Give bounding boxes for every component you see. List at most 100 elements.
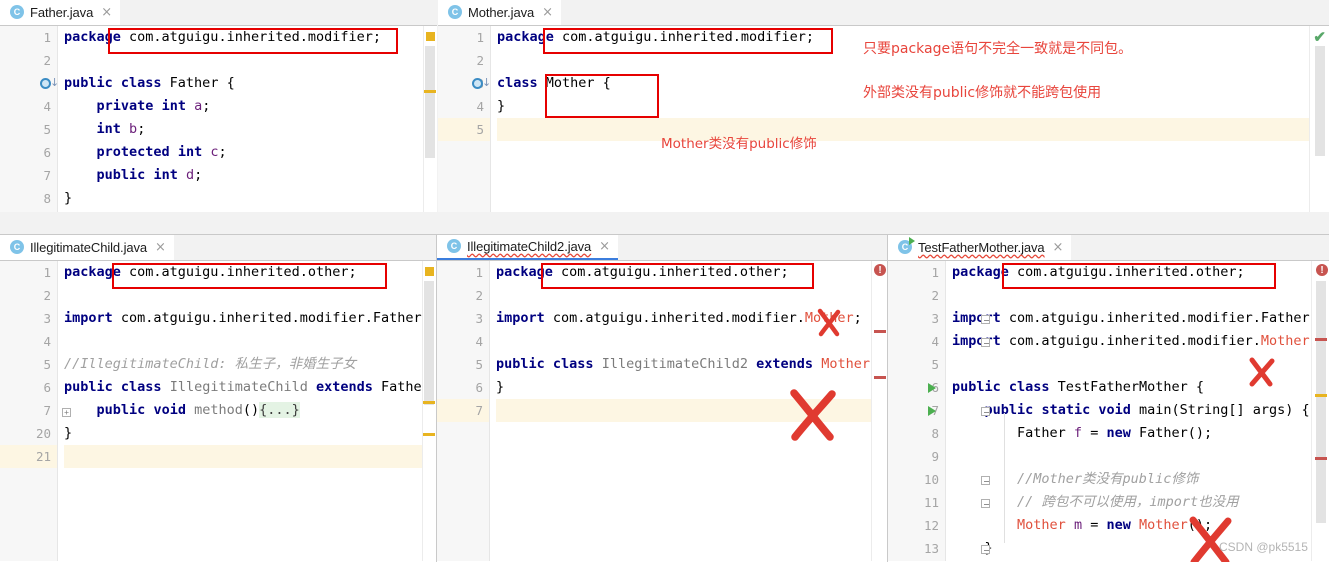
close-icon[interactable]: ×: [542, 6, 553, 19]
line-number: 13: [923, 541, 939, 556]
code-line: package com.atguigu.inherited.other;: [952, 264, 1245, 280]
line-number-gutter: 1 2 3 4 5 6 7 20 21: [0, 261, 58, 561]
code-line: package com.atguigu.inherited.other;: [496, 264, 789, 280]
editor-panel-mother: C Mother.java × 1 2 3 4 5 ↓ package com.…: [438, 0, 1329, 212]
error-marker[interactable]: [874, 330, 886, 333]
marker-strip-test-father-mother[interactable]: !: [1311, 261, 1329, 561]
editor-area-illegitimate-child2[interactable]: 1 2 3 4 5 6 7 package com.atguigu.inheri…: [437, 261, 887, 561]
line-number: 4: [43, 334, 51, 349]
close-icon[interactable]: ×: [155, 241, 166, 254]
code-content-father[interactable]: package com.atguigu.inherited.modifier; …: [58, 26, 437, 212]
line-number: 8: [931, 426, 939, 441]
line-number-gutter: 1 2 3 4 5 6 7: [437, 261, 490, 561]
marker-strip-illegitimate-child[interactable]: [422, 261, 436, 561]
code-line: import com.atguigu.inherited.modifier.Mo…: [496, 310, 862, 326]
java-class-icon: C: [10, 5, 24, 19]
line-number-gutter: 1 2 3 4 5 6 7 8 9 10 11 12 13 14: [888, 261, 946, 561]
editor-area-father[interactable]: 1 2 3 4 5 6 7 8 ↓ package com.atguigu.in…: [0, 26, 437, 212]
fold-collapse-icon[interactable]: [981, 338, 990, 347]
marker-strip-mother[interactable]: ✔: [1309, 26, 1329, 212]
code-line: private int a;: [96, 98, 211, 114]
line-number: 10: [923, 472, 939, 487]
marker-strip-illegitimate-child2[interactable]: !: [871, 261, 887, 561]
fold-collapse-icon[interactable]: [981, 499, 990, 508]
error-marker[interactable]: [874, 376, 886, 379]
java-class-icon: C: [447, 239, 461, 253]
editor-area-illegitimate-child[interactable]: 1 2 3 4 5 6 7 20 21 package com.atguigu.…: [0, 261, 436, 561]
tab-mother-java[interactable]: C Mother.java ×: [438, 0, 562, 25]
code-content-illegitimate-child2[interactable]: package com.atguigu.inherited.other; imp…: [490, 261, 887, 561]
code-line: [497, 118, 1329, 141]
code-line: [64, 445, 436, 468]
line-number: 6: [931, 380, 939, 395]
error-marker[interactable]: [1315, 338, 1327, 341]
fold-collapse-icon[interactable]: [981, 545, 990, 554]
tab-illegitimatechild-java[interactable]: C IllegitimateChild.java ×: [0, 235, 174, 260]
code-content-test-father-mother[interactable]: package com.atguigu.inherited.other; imp…: [946, 261, 1329, 561]
warning-marker[interactable]: [424, 90, 436, 93]
tabbar-mother: C Mother.java ×: [438, 0, 1329, 26]
code-line: import com.atguigu.inherited.modifier.Mo…: [952, 333, 1318, 349]
code-line: [496, 399, 887, 422]
code-line: public void method(){...}: [96, 402, 300, 418]
code-line: public class IllegitimateChild extends F…: [64, 379, 436, 395]
warning-marker[interactable]: [423, 401, 435, 404]
line-number: 7: [43, 403, 51, 418]
code-line: }: [496, 379, 505, 395]
error-count-icon[interactable]: !: [874, 264, 886, 276]
line-number: 5: [43, 357, 51, 372]
java-runnable-class-icon: C: [898, 237, 915, 254]
error-count-icon[interactable]: !: [1316, 264, 1328, 276]
error-marker[interactable]: [1315, 457, 1327, 460]
tabbar-illegitimate-child: C IllegitimateChild.java ×: [0, 235, 436, 261]
scrollbar-thumb[interactable]: [424, 281, 434, 405]
tab-label: IllegitimateChild.java: [30, 239, 148, 255]
tabbar-father: C Father.java ×: [0, 0, 437, 26]
code-content-illegitimate-child[interactable]: package com.atguigu.inherited.other; imp…: [58, 261, 436, 561]
annotation-package-note: 只要package语句不完全一致就是不同包。: [863, 41, 1133, 57]
code-line: package com.atguigu.inherited.other;: [64, 264, 357, 280]
close-icon[interactable]: ×: [101, 6, 112, 19]
editor-panel-illegitimate-child2: C IllegitimateChild2.java × 1 2 3 4 5 6 …: [437, 235, 887, 562]
warning-marker[interactable]: [425, 267, 434, 276]
no-errors-check-icon: ✔: [1313, 29, 1326, 46]
code-line: public class IllegitimateChild2 extends …: [496, 356, 878, 372]
editor-area-test-father-mother[interactable]: 1 2 3 4 5 6 7 8 9 10 11 12 13 14 package…: [888, 261, 1329, 562]
run-class-icon[interactable]: [928, 383, 936, 393]
fold-collapse-icon[interactable]: [981, 476, 990, 485]
code-line: import com.atguigu.inherited.modifier.Fa…: [64, 310, 430, 326]
code-line: Father f = new Father();: [952, 425, 1213, 441]
line-number: 4: [931, 334, 939, 349]
tab-illegitimatechild2-java[interactable]: C IllegitimateChild2.java ×: [437, 235, 619, 260]
ide-window: C Father.java × 1 2 3 4 5 6 7 8 ↓ packag…: [0, 0, 1329, 562]
fold-expand-icon[interactable]: +: [62, 408, 71, 417]
close-icon[interactable]: ×: [599, 240, 610, 253]
scrollbar-thumb[interactable]: [1315, 46, 1325, 156]
code-line: //Mother类没有public修饰: [1017, 471, 1199, 487]
warning-marker[interactable]: [426, 32, 435, 41]
code-line: import com.atguigu.inherited.modifier.Fa…: [952, 310, 1318, 326]
marker-strip-father[interactable]: [423, 26, 437, 212]
editor-area-mother[interactable]: 1 2 3 4 5 ↓ package com.atguigu.inherite…: [438, 26, 1329, 212]
indent-guide: [1004, 413, 1005, 543]
line-number: 20: [35, 426, 51, 441]
fold-collapse-icon[interactable]: [981, 315, 990, 324]
scrollbar-thumb[interactable]: [425, 46, 435, 158]
close-icon[interactable]: ×: [1053, 241, 1064, 254]
fold-collapse-icon[interactable]: [981, 407, 990, 416]
tab-testfathermother-java[interactable]: C TestFatherMother.java ×: [888, 235, 1072, 260]
tab-father-java[interactable]: C Father.java ×: [0, 0, 121, 25]
scrollbar-thumb[interactable]: [1316, 281, 1326, 523]
warning-marker[interactable]: [1315, 394, 1327, 397]
line-number-gutter: 1 2 3 4 5 6 7 8 ↓: [0, 26, 59, 212]
line-number: 4: [476, 99, 484, 114]
line-number: 3: [43, 311, 51, 326]
line-number: 2: [476, 53, 484, 68]
line-number: 7: [43, 168, 51, 183]
line-number: 6: [475, 380, 483, 395]
run-main-method-icon[interactable]: [928, 406, 936, 416]
line-number: 6: [43, 380, 51, 395]
warning-marker[interactable]: [423, 433, 435, 436]
